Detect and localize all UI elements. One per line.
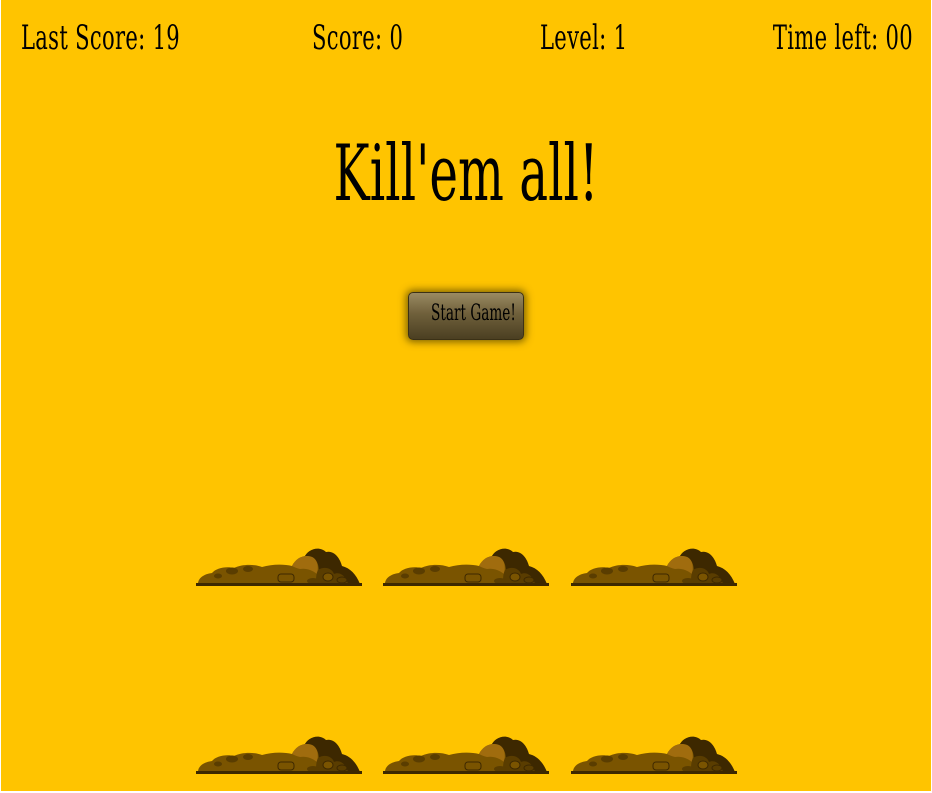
- dirt-mound-icon: [571, 736, 737, 774]
- hole-4[interactable]: [196, 734, 362, 774]
- hole-1[interactable]: [196, 546, 362, 586]
- dirt-mound-icon: [383, 736, 549, 774]
- dirt-mound-icon: [571, 548, 737, 586]
- game-area: Last Score: 19 Score: 0 Level: 1 Time le…: [1, 0, 931, 791]
- dirt-mound-icon: [196, 548, 362, 586]
- start-game-button[interactable]: Start Game!: [408, 292, 524, 340]
- last-score-display: Last Score: 19: [21, 18, 181, 58]
- hole-5[interactable]: [383, 734, 549, 774]
- level-display: Level: 1: [540, 18, 628, 58]
- game-title: Kill'em all!: [333, 129, 599, 219]
- dirt-mound-icon: [383, 548, 549, 586]
- hole-3[interactable]: [571, 546, 737, 586]
- time-left-display: Time left: 00: [772, 18, 913, 58]
- start-game-label: Start Game!: [431, 301, 516, 326]
- hole-6[interactable]: [571, 734, 737, 774]
- score-display: Score: 0: [312, 18, 404, 58]
- dirt-mound-icon: [196, 736, 362, 774]
- hole-2[interactable]: [383, 546, 549, 586]
